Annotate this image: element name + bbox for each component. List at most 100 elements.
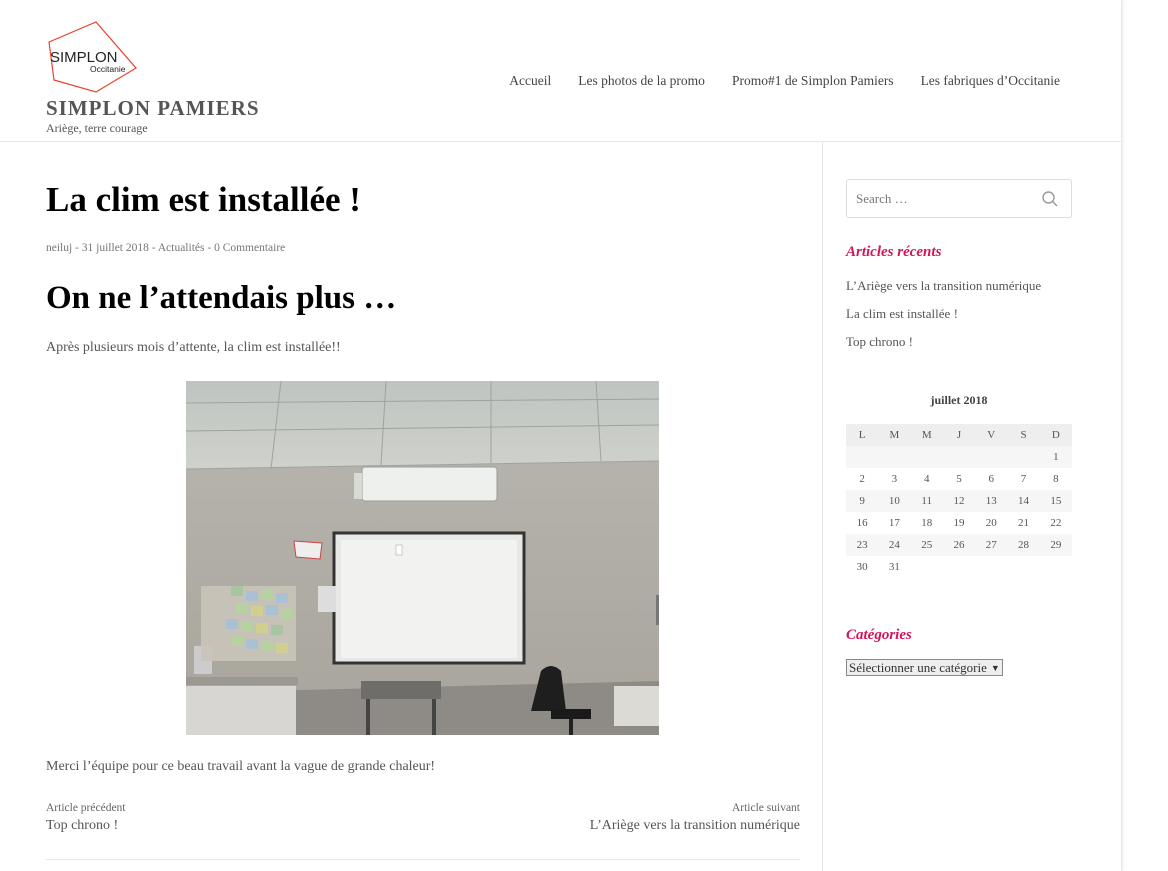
nav-item-accueil[interactable]: Accueil [509,73,551,89]
calendar-day: 9 [846,490,879,512]
calendar-day: 13 [975,490,1008,512]
next-post-label: Article suivant [731,802,800,814]
calendar-week-row: 2345678 [846,468,1072,490]
calendar-day: 3 [878,468,911,490]
calendar-empty-cell [910,556,943,578]
calendar-day: 29 [1039,534,1072,556]
calendar-week-row: 30 31 [846,556,1072,578]
recent-post-link[interactable]: L’Ariège vers la transition numérique [846,278,1041,306]
calendar-empty-cell [1007,556,1040,578]
post-comments[interactable]: 0 Commentaire [214,242,285,254]
calendar-day: 30 [846,556,879,578]
calendar-empty-cell [1007,446,1040,468]
post-category[interactable]: Actualités [158,242,205,254]
recent-post-link[interactable]: La clim est installée ! [846,306,1041,334]
calendar-day: 22 [1039,512,1072,534]
calendar-day-header: L [846,424,879,446]
meta-separator: - [72,242,82,254]
calendar-day: 20 [975,512,1008,534]
recent-posts-title: Articles récents [846,244,942,260]
nav-item-photos[interactable]: Les photos de la promo [578,73,705,89]
post-heading: On ne l’attendais plus … [46,280,397,316]
prev-post-link[interactable]: Top chrono ! [46,818,126,834]
calendar-day-header: S [1007,424,1040,446]
post-date[interactable]: 31 juillet 2018 [82,242,149,254]
calendar-day: 31 [878,556,911,578]
calendar-day: 19 [942,512,976,534]
search-box [846,179,1072,218]
calendar-day-header: M [910,424,943,446]
meta-separator: - [204,242,215,254]
calendar-day: 7 [1007,468,1040,490]
meta-separator: - [148,242,158,254]
calendar-day-header: D [1039,424,1072,446]
calendar-day-header: M [878,424,911,446]
recent-posts-list: L’Ariège vers la transition numérique La… [846,278,1041,362]
calendar-week-row: 9 10 11 12 13 14 15 [846,490,1072,512]
calendar-day: 23 [846,534,879,556]
logo-subtext: Occitanie [90,64,126,74]
nav-item-promo[interactable]: Promo#1 de Simplon Pamiers [732,73,894,89]
calendar-empty-cell [878,446,911,468]
calendar-day: 4 [910,468,943,490]
recent-post-link[interactable]: Top chrono ! [846,334,1041,362]
calendar-day: 16 [846,512,879,534]
site-logo[interactable]: SIMPLON Occitanie [46,20,138,96]
calendar-week-row: 16 17 18 19 20 21 22 [846,512,1072,534]
post-author[interactable]: neiluj [46,242,72,254]
next-post-link[interactable]: L’Ariège vers la transition numérique [590,818,800,834]
calendar-caption: juillet 2018 [930,393,988,407]
calendar-day-header: V [975,424,1008,446]
search-input[interactable] [856,189,1026,209]
categories-title: Catégories [846,627,912,643]
calendar-week-row: 1 [846,446,1072,468]
calendar-empty-cell [942,446,976,468]
site-header: SIMPLON Occitanie SIMPLON PAMIERS Ariège… [0,0,1122,142]
calendar-day: 5 [942,468,976,490]
post-paragraph: Merci l’équipe pour ce beau travail avan… [46,759,436,774]
site-description: Ariège, terre courage [46,121,148,135]
calendar-day-header: J [942,424,976,446]
category-select[interactable]: Sélectionner une catégorie ▼ [846,659,1003,676]
post-paragraph: Après plusieurs mois d’attente, la clim … [46,340,341,355]
calendar-table: LMMJVSD 1 2 3 4 5 6 7 8 9 10 11 12 13 14 15 16 17 18 19 20 2… [846,424,1072,578]
post-meta: neiluj - 31 juillet 2018 - Actualités - … [46,242,285,254]
post-navigation: Article précédent Top chrono ! Article s… [46,802,800,860]
calendar-empty-cell [1039,556,1072,578]
prev-post: Article précédent Top chrono ! [46,802,126,834]
calendar-day: 12 [942,490,976,512]
calendar-empty-cell [975,446,1008,468]
calendar-day: 2 [846,468,879,490]
page: SIMPLON Occitanie SIMPLON PAMIERS Ariège… [0,0,1122,871]
sidebar-divider [822,142,823,871]
prev-post-label: Article précédent [46,802,126,814]
calendar-day: 24 [878,534,911,556]
calendar-day: 25 [910,534,943,556]
calendar-day: 21 [1007,512,1040,534]
calendar-day: 28 [1007,534,1040,556]
calendar-empty-cell [846,446,879,468]
calendar-day: 14 [1007,490,1040,512]
calendar-day: 10 [878,490,911,512]
calendar-widget: juillet 2018 LMMJVSD 1 2 3 4 5 6 7 8 9 10 11 12 13 14… [846,392,1072,578]
calendar-empty-cell [942,556,976,578]
main-nav: Accueil Les photos de la promo Promo#1 d… [509,73,1060,89]
category-select-value: Sélectionner une catégorie [849,659,987,675]
calendar-day: 6 [975,468,1008,490]
dropdown-arrow-icon: ▼ [990,662,1000,673]
calendar-day: 17 [878,512,911,534]
post-title: La clim est installée ! [46,180,361,219]
site-title[interactable]: SIMPLON PAMIERS [46,96,260,121]
calendar-day: 8 [1039,468,1072,490]
next-post: Article suivant L’Ariège vers la transit… [590,802,800,834]
calendar-day: 11 [910,490,943,512]
nav-item-fabriques[interactable]: Les fabriques d’Occitanie [921,73,1060,89]
calendar-week-row: 23 24 25 26 27 28 29 [846,534,1072,556]
calendar-day: 1 [1039,446,1072,468]
search-icon[interactable] [1041,190,1059,208]
calendar-day: 15 [1039,490,1072,512]
calendar-empty-cell [910,446,943,468]
calendar-day: 27 [975,534,1008,556]
calendar-day: 18 [910,512,943,534]
calendar-day: 26 [942,534,976,556]
